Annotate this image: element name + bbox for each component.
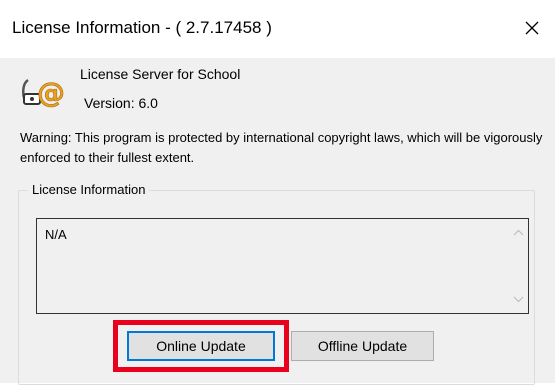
vertical-scrollbar[interactable]	[509, 219, 528, 313]
close-button[interactable]	[509, 8, 555, 48]
license-dialog: License Information - ( 2.7.17458 ) @ Li…	[0, 0, 555, 385]
scroll-up-button[interactable]	[513, 227, 524, 238]
chevron-down-icon	[513, 296, 524, 303]
online-update-button[interactable]: Online Update	[127, 331, 275, 361]
license-info-value: N/A	[45, 227, 67, 242]
svg-text:@: @	[37, 76, 65, 109]
close-icon	[525, 21, 539, 35]
warning-text: Warning: This program is protected by in…	[20, 130, 543, 165]
dialog-body: @ License Server for School Version: 6.0…	[0, 58, 555, 385]
chevron-up-icon	[513, 229, 524, 236]
license-info-textarea[interactable]: N/A	[36, 218, 529, 314]
product-name: License Server for School	[80, 66, 241, 82]
version-label: Version: 6.0	[84, 95, 158, 111]
scroll-down-button[interactable]	[513, 294, 524, 305]
title-bar: License Information - ( 2.7.17458 )	[0, 0, 555, 58]
offline-update-button[interactable]: Offline Update	[291, 331, 434, 361]
groupbox-label: License Information	[28, 182, 150, 197]
window-title: License Information - ( 2.7.17458 )	[12, 18, 272, 37]
license-at-icon: @	[22, 76, 65, 109]
